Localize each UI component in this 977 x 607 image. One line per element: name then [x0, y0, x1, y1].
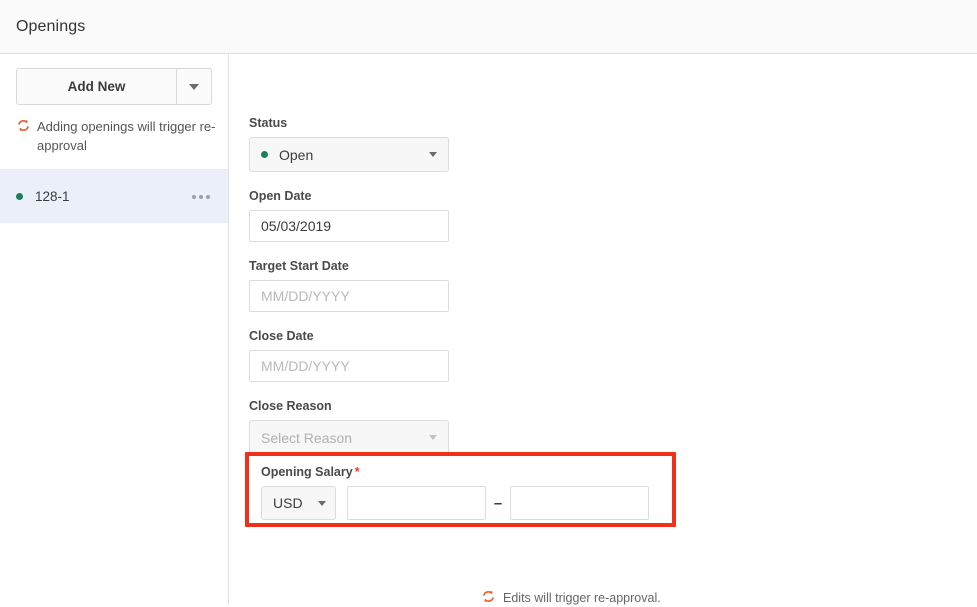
field-target-start-date: Target Start Date	[249, 259, 977, 312]
add-new-label: Add New	[67, 79, 126, 94]
add-new-dropdown-toggle[interactable]	[176, 68, 212, 105]
sync-reapproval-icon	[481, 589, 496, 607]
close-reason-select[interactable]: Select Reason	[249, 420, 449, 455]
close-reason-placeholder: Select Reason	[261, 429, 353, 446]
chevron-down-icon	[318, 500, 326, 506]
ellipsis-dot	[192, 194, 196, 199]
opening-salary-label: Opening Salary *	[261, 465, 672, 479]
target-start-date-input[interactable]	[249, 280, 449, 312]
field-open-date: Open Date	[249, 189, 977, 242]
opening-id-label: 128-1	[35, 189, 70, 204]
close-reason-label: Close Reason	[249, 399, 332, 413]
chevron-down-icon	[429, 152, 437, 157]
field-close-date: Close Date	[249, 329, 977, 382]
status-selected-value: Open	[279, 146, 314, 163]
page-header: Openings	[0, 0, 977, 54]
edits-note-text: Edits will trigger re-approval.	[503, 590, 661, 605]
add-new-split-button: Add New	[16, 68, 212, 105]
status-label: Status	[249, 116, 288, 130]
chevron-down-icon	[429, 435, 437, 440]
add-new-button[interactable]: Add New	[16, 68, 176, 105]
open-date-input[interactable]	[249, 210, 449, 242]
reapproval-note-text: Adding openings will trigger re-approval	[37, 119, 216, 153]
sync-reapproval-icon	[16, 118, 31, 138]
chevron-down-icon	[189, 83, 199, 90]
close-date-input[interactable]	[249, 350, 449, 382]
target-start-date-label: Target Start Date	[249, 259, 349, 273]
status-select[interactable]: Open	[249, 137, 449, 172]
close-date-label: Close Date	[249, 329, 314, 343]
sidebar-item-opening-128-1[interactable]: 128-1	[0, 170, 228, 223]
opening-salary-row: USD –	[261, 486, 672, 520]
openings-sidebar: Add New Adding openings will trigger re-…	[0, 54, 229, 605]
sidebar-header-section: Add New Adding openings will trigger re-…	[0, 54, 228, 170]
adding-openings-reapproval-note: Adding openings will trigger re-approval	[16, 117, 216, 155]
status-dot-icon	[261, 151, 268, 158]
ellipsis-horizontal-icon[interactable]	[188, 191, 214, 203]
open-date-label: Open Date	[249, 189, 312, 203]
salary-min-input[interactable]	[347, 486, 486, 520]
field-status: Status Open	[249, 116, 977, 172]
edits-reapproval-note: Edits will trigger re-approval.	[481, 588, 661, 607]
opening-salary-label-text: Opening Salary	[261, 465, 353, 479]
salary-range-separator: –	[493, 494, 503, 512]
opening-status-dot-icon	[16, 193, 23, 200]
salary-max-input[interactable]	[510, 486, 649, 520]
ellipsis-dot	[199, 194, 203, 199]
currency-selected-value: USD	[273, 495, 303, 511]
currency-select[interactable]: USD	[261, 486, 336, 520]
field-close-reason: Close Reason Select Reason	[249, 399, 977, 455]
opening-salary-highlight-box: Opening Salary * USD –	[245, 452, 676, 527]
required-marker: *	[354, 465, 360, 479]
page-title: Openings	[16, 17, 86, 35]
ellipsis-dot	[206, 194, 210, 199]
opening-detail-form: Status Open Open Date Target Start Date …	[229, 54, 977, 605]
content-area: Add New Adding openings will trigger re-…	[0, 54, 977, 605]
